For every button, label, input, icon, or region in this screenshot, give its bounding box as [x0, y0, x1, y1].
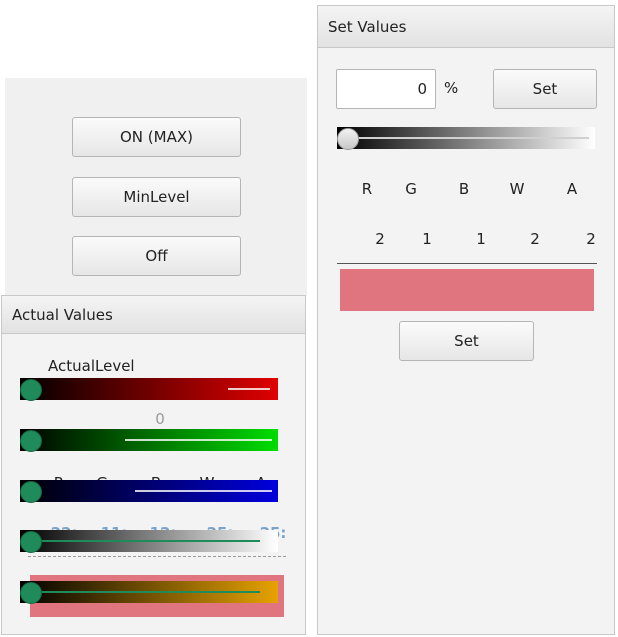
- set-channel-value-g: 1: [422, 230, 432, 248]
- white-channel-rest-line: [40, 540, 260, 542]
- blue-channel-rest-line: [135, 490, 272, 492]
- green-channel-rest-line: [125, 439, 272, 441]
- set-channel-label-r: R: [361, 180, 373, 198]
- amber-channel-thumb[interactable]: [20, 582, 42, 604]
- actual-values-title: Actual Values: [2, 296, 305, 334]
- set-channel-value-r: 2: [375, 230, 385, 248]
- master-level-slider[interactable]: [337, 127, 595, 150]
- percent-value: 0: [417, 80, 427, 98]
- set-values-title: Set Values: [318, 6, 614, 48]
- green-channel-slider[interactable]: [20, 429, 278, 452]
- set-channel-label-a: A: [566, 180, 578, 198]
- master-level-thumb[interactable]: [337, 128, 359, 150]
- on-max-button[interactable]: ON (MAX): [72, 117, 241, 157]
- off-button[interactable]: Off: [72, 236, 241, 276]
- set-color-swatch: [340, 269, 594, 311]
- white-channel-slider[interactable]: [20, 530, 278, 553]
- master-level-rest-line: [357, 137, 589, 139]
- set-channel-label-w: W: [509, 180, 525, 198]
- set-channel-label-b: B: [458, 180, 470, 198]
- white-channel-thumb[interactable]: [20, 531, 42, 553]
- set-channel-value-w: 2: [530, 230, 540, 248]
- red-channel-rest-line: [228, 388, 270, 390]
- set-color-button[interactable]: Set: [399, 321, 534, 361]
- set-percent-button[interactable]: Set: [493, 69, 597, 109]
- set-channel-label-g: G: [405, 180, 417, 198]
- blue-channel-thumb[interactable]: [20, 481, 42, 503]
- set-channel-value-b: 1: [476, 230, 486, 248]
- set-channel-value-a: 2: [586, 230, 596, 248]
- amber-channel-slider[interactable]: [20, 581, 278, 604]
- actual-values-divider: [28, 556, 286, 557]
- red-channel-slider[interactable]: [20, 378, 278, 401]
- percent-field[interactable]: 0: [336, 69, 436, 109]
- percent-unit: %: [444, 79, 459, 97]
- actual-level-label: ActualLevel: [48, 357, 135, 375]
- min-level-button[interactable]: MinLevel: [72, 177, 241, 217]
- blue-channel-slider[interactable]: [20, 480, 278, 503]
- actual-level-value: 0: [155, 410, 165, 428]
- amber-channel-rest-line: [40, 591, 260, 593]
- set-values-divider: [337, 263, 597, 264]
- green-channel-thumb[interactable]: [20, 430, 42, 452]
- red-channel-thumb[interactable]: [20, 379, 42, 401]
